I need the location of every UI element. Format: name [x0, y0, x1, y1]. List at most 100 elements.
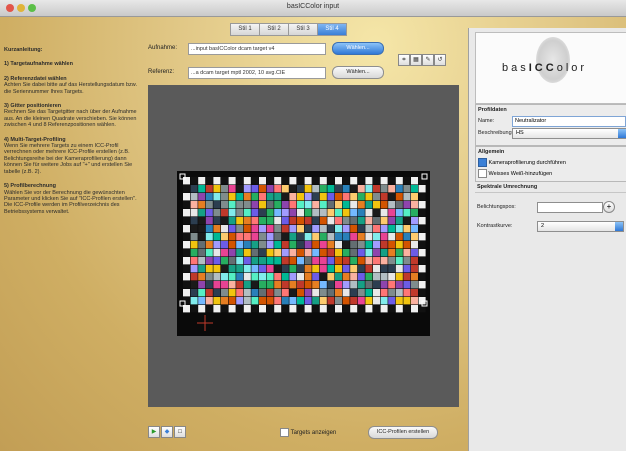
color-patch [335, 233, 342, 241]
color-patch [190, 273, 198, 281]
color-patch [213, 241, 221, 249]
add-target-icon[interactable]: ▶ [148, 426, 160, 438]
camera-profiling-option[interactable]: Kameraprofilierung durchführen [478, 158, 566, 167]
color-patch [205, 217, 213, 225]
divider [475, 192, 626, 193]
color-patch [198, 265, 206, 273]
color-patch [373, 233, 380, 241]
color-patch [243, 281, 251, 289]
color-patch [198, 193, 206, 201]
grid-tool-icon[interactable]: ⌗ [398, 54, 410, 66]
referenz-field[interactable]: ...a dcam target mptl 2002, 10 avg.CIE [188, 67, 326, 79]
color-patch [281, 297, 289, 305]
color-patch [388, 225, 396, 233]
color-patch [274, 241, 282, 249]
color-patch [342, 217, 350, 225]
color-patch [236, 281, 244, 289]
color-patch [274, 209, 282, 217]
tab-stil-4[interactable]: Stil 4 [317, 23, 347, 36]
color-patch [228, 289, 236, 297]
color-patch [183, 209, 190, 217]
crop-tool-icon[interactable]: ▦ [410, 54, 422, 66]
color-patch [198, 209, 206, 217]
delete-target-icon[interactable]: □ [174, 426, 186, 438]
white-point-option[interactable]: Weisses Weiß-hinzufügen [478, 169, 552, 178]
color-patch [281, 201, 289, 209]
color-patch [319, 265, 327, 273]
aufnahme-choose-button[interactable]: Wählen... [332, 42, 384, 55]
rotate-tool-icon[interactable]: ↺ [434, 54, 446, 66]
tab-stil-2[interactable]: Stil 2 [259, 23, 289, 36]
color-patch [411, 289, 418, 297]
color-patch [243, 273, 251, 281]
color-patch [274, 193, 282, 201]
color-patch [350, 241, 358, 249]
color-patch [297, 225, 304, 233]
tab-stil-1[interactable]: Stil 1 [230, 23, 260, 36]
name-input[interactable]: Neutralizator [512, 116, 626, 127]
color-patch [365, 217, 373, 225]
create-icc-button[interactable]: ICC-Profilen erstellen [368, 426, 438, 439]
fingerprint-logo-icon [536, 37, 570, 83]
color-patch [388, 201, 396, 209]
color-patch [365, 273, 373, 281]
color-patch [228, 177, 236, 185]
color-patch [205, 193, 213, 201]
targets-show-control[interactable]: Targets anzeigen [280, 428, 336, 437]
color-patch [388, 177, 396, 185]
color-patch [373, 289, 380, 297]
color-patch [190, 289, 198, 297]
color-patch [205, 233, 213, 241]
color-patch [213, 201, 221, 209]
color-patch [304, 289, 312, 297]
color-patch [335, 217, 342, 225]
aufnahme-field[interactable]: ...input basICColor dcam target v4 [188, 43, 326, 55]
color-patch [373, 209, 380, 217]
color-patch [236, 225, 244, 233]
beschreibung-select[interactable]: HS [512, 128, 626, 139]
main-area: Aufnahme: ...input basICColor dcam targe… [140, 38, 467, 439]
color-patch [304, 233, 312, 241]
pick-tool-icon[interactable]: ✎ [422, 54, 434, 66]
tab-stil-3[interactable]: Stil 3 [288, 23, 318, 36]
kontrast-select[interactable]: 2 [537, 221, 624, 232]
referenz-choose-button[interactable]: Wählen... [332, 66, 384, 79]
color-patch [266, 249, 274, 257]
color-patch [198, 201, 206, 209]
color-patch [289, 209, 297, 217]
color-patch [312, 177, 320, 185]
color-patch [327, 201, 335, 209]
color-patch [312, 265, 320, 273]
color-patch [236, 297, 244, 305]
color-patch [236, 305, 244, 313]
white-point-checkbox[interactable] [478, 169, 487, 178]
color-patch [411, 193, 418, 201]
add-icon[interactable]: + [603, 201, 615, 213]
color-patch [251, 185, 259, 193]
color-patch [365, 281, 373, 289]
beschreibung-value: HS [516, 130, 524, 136]
color-patch [183, 177, 190, 185]
color-patch [319, 225, 327, 233]
color-target-image [177, 171, 430, 336]
duplicate-target-icon[interactable]: ◆ [161, 426, 173, 438]
color-patch [365, 257, 373, 265]
targets-show-checkbox[interactable] [280, 428, 289, 437]
color-patch [411, 233, 418, 241]
color-patch [183, 201, 190, 209]
color-patch [274, 217, 282, 225]
color-patch [205, 281, 213, 289]
color-patch [236, 257, 244, 265]
belichtung-input[interactable] [537, 202, 603, 213]
image-preview[interactable] [148, 85, 459, 407]
color-patch [221, 233, 228, 241]
color-patch [236, 217, 244, 225]
color-patch [335, 249, 342, 257]
color-patch [395, 201, 403, 209]
color-patch [395, 297, 403, 305]
color-patch [335, 297, 342, 305]
camera-profiling-checkbox[interactable] [478, 158, 487, 167]
color-patch [373, 185, 380, 193]
color-patch [350, 201, 358, 209]
color-patch [312, 233, 320, 241]
